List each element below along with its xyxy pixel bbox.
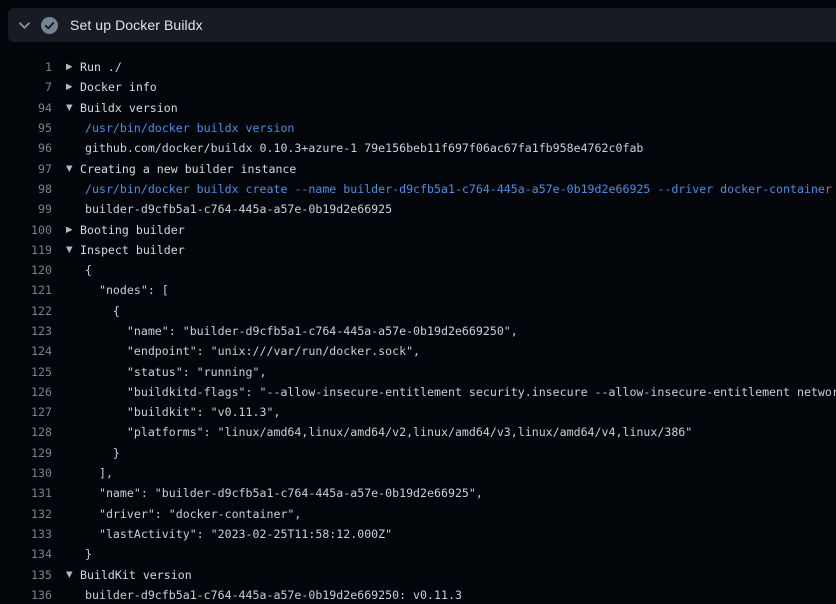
log-group-row[interactable]: 119 ▼Inspect builder [0, 240, 836, 260]
log-row: 96 github.com/docker/buildx 0.10.3+azure-… [0, 138, 836, 158]
group-title: BuildKit version [80, 568, 192, 582]
output-text: "platforms": "linux/amd64,linux/amd64/v2… [85, 425, 692, 439]
line-number[interactable]: 98 [0, 182, 52, 196]
output-text: { [85, 263, 92, 277]
line-number[interactable]: 96 [0, 141, 52, 155]
line-number[interactable]: 119 [0, 243, 52, 257]
line-number[interactable]: 128 [0, 425, 52, 439]
command-text: /usr/bin/docker buildx version [85, 121, 294, 135]
output-text: ], [85, 466, 113, 480]
caret-down-icon: ▼ [66, 245, 80, 255]
line-number[interactable]: 126 [0, 385, 52, 399]
output-text: builder-d9cfb5a1-c764-445a-a57e-0b19d2e6… [85, 588, 462, 602]
group-title: Docker info [80, 80, 157, 94]
line-number[interactable]: 130 [0, 466, 52, 480]
output-text: "name": "builder-d9cfb5a1-c764-445a-a57e… [85, 486, 483, 500]
log-row: 99 builder-d9cfb5a1-c764-445a-a57e-0b19d2… [0, 199, 836, 219]
line-number[interactable]: 133 [0, 527, 52, 541]
step-header[interactable]: Set up Docker Buildx [8, 8, 836, 42]
caret-down-icon: ▼ [66, 570, 80, 580]
output-text: "nodes": [ [85, 283, 169, 297]
line-number[interactable]: 100 [0, 223, 52, 237]
output-text: "endpoint": "unix:///var/run/docker.sock… [85, 344, 420, 358]
line-number[interactable]: 7 [0, 80, 52, 94]
output-text: "driver": "docker-container", [85, 507, 301, 521]
group-title: Buildx version [80, 101, 178, 115]
log-row: 122 { [0, 301, 836, 321]
output-text: } [85, 547, 92, 561]
log-group-row[interactable]: 100 ▶Booting builder [0, 219, 836, 239]
output-text: } [85, 446, 120, 460]
log-row: 131 "name": "builder-d9cfb5a1-c764-445a-… [0, 483, 836, 503]
output-text: "status": "running", [85, 365, 266, 379]
line-number[interactable]: 99 [0, 202, 52, 216]
output-text: builder-d9cfb5a1-c764-445a-a57e-0b19d2e6… [85, 202, 392, 216]
log-row: 127 "buildkit": "v0.11.3", [0, 402, 836, 422]
log-row: 120 { [0, 260, 836, 280]
output-text: "buildkit": "v0.11.3", [85, 405, 280, 419]
line-number[interactable]: 125 [0, 365, 52, 379]
caret-right-icon: ▶ [66, 62, 80, 72]
line-number[interactable]: 121 [0, 283, 52, 297]
log-group-row[interactable]: 1 ▶Run ./ [0, 57, 836, 77]
caret-down-icon: ▼ [66, 164, 80, 174]
line-number[interactable]: 134 [0, 547, 52, 561]
line-number[interactable]: 127 [0, 405, 52, 419]
line-number[interactable]: 95 [0, 121, 52, 135]
output-text: github.com/docker/buildx 0.10.3+azure-1 … [85, 141, 643, 155]
chevron-down-icon[interactable] [17, 18, 31, 32]
log-lines: 1▶Run ./7▶Docker info94▼Buildx version95… [0, 57, 836, 604]
log-group-row[interactable]: 97 ▼Creating a new builder instance [0, 158, 836, 178]
line-number[interactable]: 1 [0, 60, 52, 74]
command-text: /usr/bin/docker buildx create --name bui… [85, 182, 832, 196]
line-number[interactable]: 129 [0, 446, 52, 460]
line-number[interactable]: 97 [0, 162, 52, 176]
caret-right-icon: ▶ [66, 82, 80, 92]
log-row: 126 "buildkitd-flags": "--allow-insecure… [0, 382, 836, 402]
log-row: 132 "driver": "docker-container", [0, 504, 836, 524]
caret-down-icon: ▼ [66, 103, 80, 113]
log-row: 125 "status": "running", [0, 361, 836, 381]
log-row: 124 "endpoint": "unix:///var/run/docker.… [0, 341, 836, 361]
output-text: "lastActivity": "2023-02-25T11:58:12.000… [85, 527, 392, 541]
line-number[interactable]: 94 [0, 101, 52, 115]
line-number[interactable]: 131 [0, 486, 52, 500]
line-number[interactable]: 136 [0, 588, 52, 602]
output-text: { [85, 304, 120, 318]
line-number[interactable]: 132 [0, 507, 52, 521]
log-row: 136 builder-d9cfb5a1-c764-445a-a57e-0b19d… [0, 585, 836, 604]
step-title: Set up Docker Buildx [70, 17, 203, 33]
log-row: 121 "nodes": [ [0, 280, 836, 300]
log-row: 123 "name": "builder-d9cfb5a1-c764-445a-… [0, 321, 836, 341]
log-row: 130 ], [0, 463, 836, 483]
log-group-row[interactable]: 7 ▶Docker info [0, 77, 836, 97]
log-row: 98/usr/bin/docker buildx create --name b… [0, 179, 836, 199]
line-number[interactable]: 135 [0, 568, 52, 582]
group-title: Inspect builder [80, 243, 185, 257]
group-title: Creating a new builder instance [80, 162, 296, 176]
caret-right-icon: ▶ [66, 225, 80, 235]
log-group-row[interactable]: 94 ▼Buildx version [0, 98, 836, 118]
output-text: "buildkitd-flags": "--allow-insecure-ent… [85, 385, 836, 399]
line-number[interactable]: 123 [0, 324, 52, 338]
log-row: 128 "platforms": "linux/amd64,linux/amd6… [0, 422, 836, 442]
log-row: 129 } [0, 443, 836, 463]
log-row: 95/usr/bin/docker buildx version [0, 118, 836, 138]
line-number[interactable]: 120 [0, 263, 52, 277]
check-circle-icon [41, 17, 58, 34]
group-title: Booting builder [80, 223, 185, 237]
group-title: Run ./ [80, 60, 122, 74]
line-number[interactable]: 122 [0, 304, 52, 318]
output-text: "name": "builder-d9cfb5a1-c764-445a-a57e… [85, 324, 518, 338]
line-number[interactable]: 124 [0, 344, 52, 358]
log-row: 134} [0, 544, 836, 564]
log-row: 133 "lastActivity": "2023-02-25T11:58:12… [0, 524, 836, 544]
log-group-row[interactable]: 135 ▼BuildKit version [0, 564, 836, 584]
